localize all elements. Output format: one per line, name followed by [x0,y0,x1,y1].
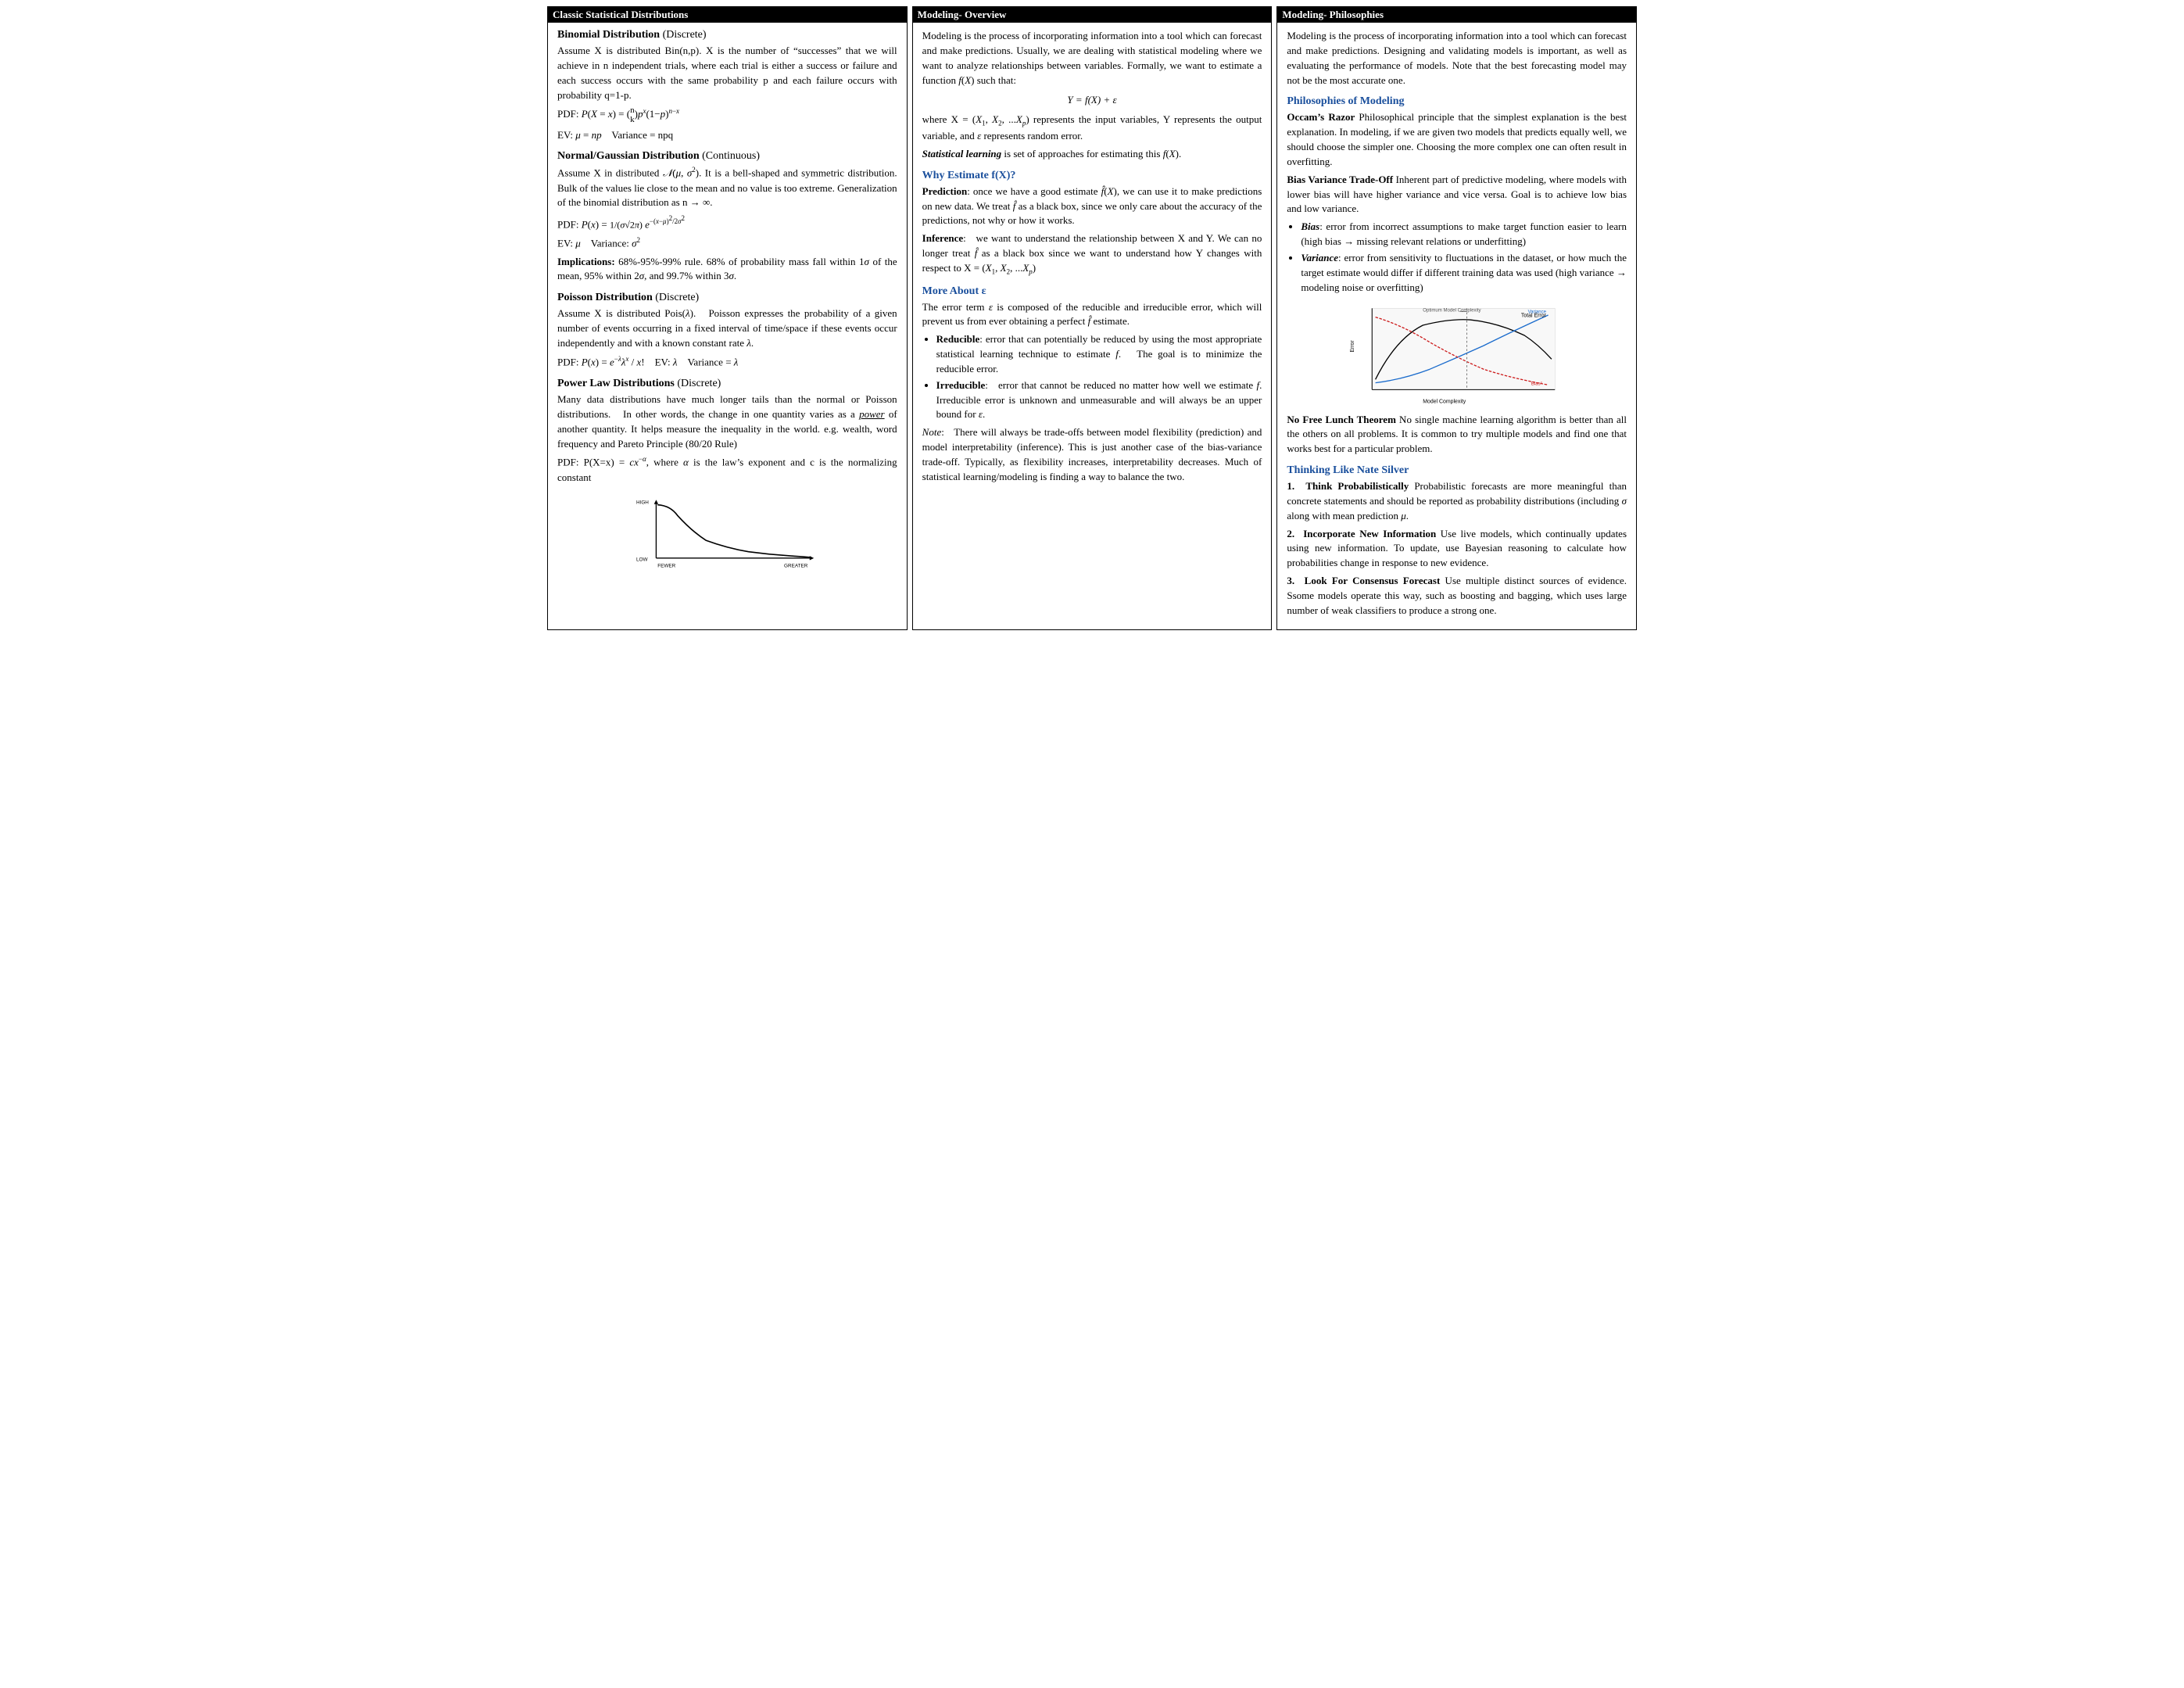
column-3: Modeling- Philosophies Modeling is the p… [1276,6,1637,630]
chart-fewer-label: FEWER [657,564,675,569]
col1-header: Classic Statistical Distributions [548,7,907,23]
power-law-svg: HIGH LOW FEWER GREATER [557,494,897,572]
poisson-pdf: PDF: P(x) = e−λλx / x! EV: λ Variance = … [557,354,897,370]
binomial-title: Binomial Distribution [557,29,660,41]
binomial-p1: Assume X is distributed Bin(n,p). X is t… [557,44,897,102]
variance-item: Variance: error from sensitivity to fluc… [1301,251,1627,296]
chart-high-label: HIGH [636,500,649,506]
philosophies-heading: Philosophies of Modeling [1287,95,1627,108]
consensus-forecast: 3. Look For Consensus Forecast Use multi… [1287,574,1627,618]
bias-sq-label: Bias² [1531,382,1542,386]
incorporate-info: 2. Incorporate New Information Use live … [1287,527,1627,572]
optimal-label: Optimum Model Complexity [1423,308,1481,313]
bias-variance-svg: Total Error Variance Bias² Error Model C… [1304,305,1609,407]
binomial-suffix: (Discrete) [663,29,707,41]
reducible-item: Reducible: error that can potentially be… [936,332,1262,377]
column-2: Modeling- Overview Modeling is the proce… [912,6,1273,630]
thinking-nate-silver-heading: Thinking Like Nate Silver [1287,464,1627,477]
stat-learning: Statistical learning is set of approache… [922,147,1262,162]
note-tradeoff: Note: There will always be trade-offs be… [922,425,1262,484]
normal-heading: Normal/Gaussian Distribution (Continuous… [557,150,897,163]
powerlaw-heading: Power Law Distributions (Discrete) [557,378,897,390]
poisson-suffix: (Discrete) [655,292,699,303]
y-axis-label: Error [1350,339,1355,352]
normal-title: Normal/Gaussian Distribution [557,150,700,162]
col3-intro: Modeling is the process of incorporating… [1287,29,1627,88]
normal-p1: Assume X in distributed 𝒩(μ, σ2). It is … [557,165,897,210]
col3-header: Modeling- Philosophies [1277,7,1636,23]
power-law-chart: HIGH LOW FEWER GREATER [557,494,897,572]
more-about-heading: More About ε [922,285,1262,298]
occams-razor: Occam’s Razor Philosophical principle th… [1287,110,1627,169]
bias-variance-tradeoff: Bias Variance Trade-Off Inherent part of… [1287,173,1627,217]
binomial-ev: EV: μ = np Variance = npq [557,128,897,143]
no-free-lunch: No Free Lunch Theorem No single machine … [1287,413,1627,457]
error-intro: The error term ε is composed of the redu… [922,300,1262,330]
bias-variance-chart: Total Error Variance Bias² Error Model C… [1287,305,1627,407]
main-formula: Y = f(X) + ε [922,94,1262,106]
normal-implications: Implications: 68%-95%-99% rule. 68% of p… [557,255,897,285]
irreducible-item: Irreducible: error that cannot be reduce… [936,378,1262,423]
normal-ev: EV: μ Variance: σ2 [557,235,897,251]
powerlaw-p1: Many data distributions have much longer… [557,392,897,451]
chart-greater-label: GREATER [784,564,808,569]
powerlaw-title: Power Law Distributions [557,378,675,389]
poisson-p1: Assume X is distributed Pois(λ). Poisson… [557,306,897,351]
why-estimate-heading: Why Estimate f(X)? [922,170,1262,182]
col2-header: Modeling- Overview [913,7,1272,23]
powerlaw-pdf: PDF: P(X=x) = cx−α, where α is the law’s… [557,454,897,485]
formula-desc: where X = (X1, X2, ...Xp) represents the… [922,113,1262,143]
think-prob: 1. Think Probabilistically Probabilistic… [1287,479,1627,524]
poisson-title: Poisson Distribution [557,292,653,303]
poisson-heading: Poisson Distribution (Discrete) [557,292,897,304]
error-list: Reducible: error that can potentially be… [936,332,1262,422]
powerlaw-suffix: (Discrete) [677,378,721,389]
bias-item: Bias: error from incorrect assumptions t… [1301,220,1627,249]
column-1: Classic Statistical Distributions Binomi… [547,6,908,630]
page-container: Classic Statistical Distributions Binomi… [545,6,1639,630]
prediction-para: Prediction: once we have a good estimate… [922,185,1262,229]
normal-pdf: PDF: P(x) = 1/(σ√2π) e−(x−μ)2/2σ2 [557,213,897,232]
bias-variance-list: Bias: error from incorrect assumptions t… [1301,220,1627,295]
col2-intro: Modeling is the process of incorporating… [922,29,1262,88]
binomial-heading: Binomial Distribution (Discrete) [557,29,897,41]
variance-label: Variance [1528,310,1547,314]
binomial-pdf: PDF: P(X = x) = (nk)px(1−p)n−x [557,106,897,124]
chart-low-label: LOW [636,557,648,563]
inference-para: Inference: we want to understand the rel… [922,231,1262,277]
x-axis-label: Model Complexity [1423,399,1466,404]
normal-suffix: (Continuous) [702,150,760,162]
